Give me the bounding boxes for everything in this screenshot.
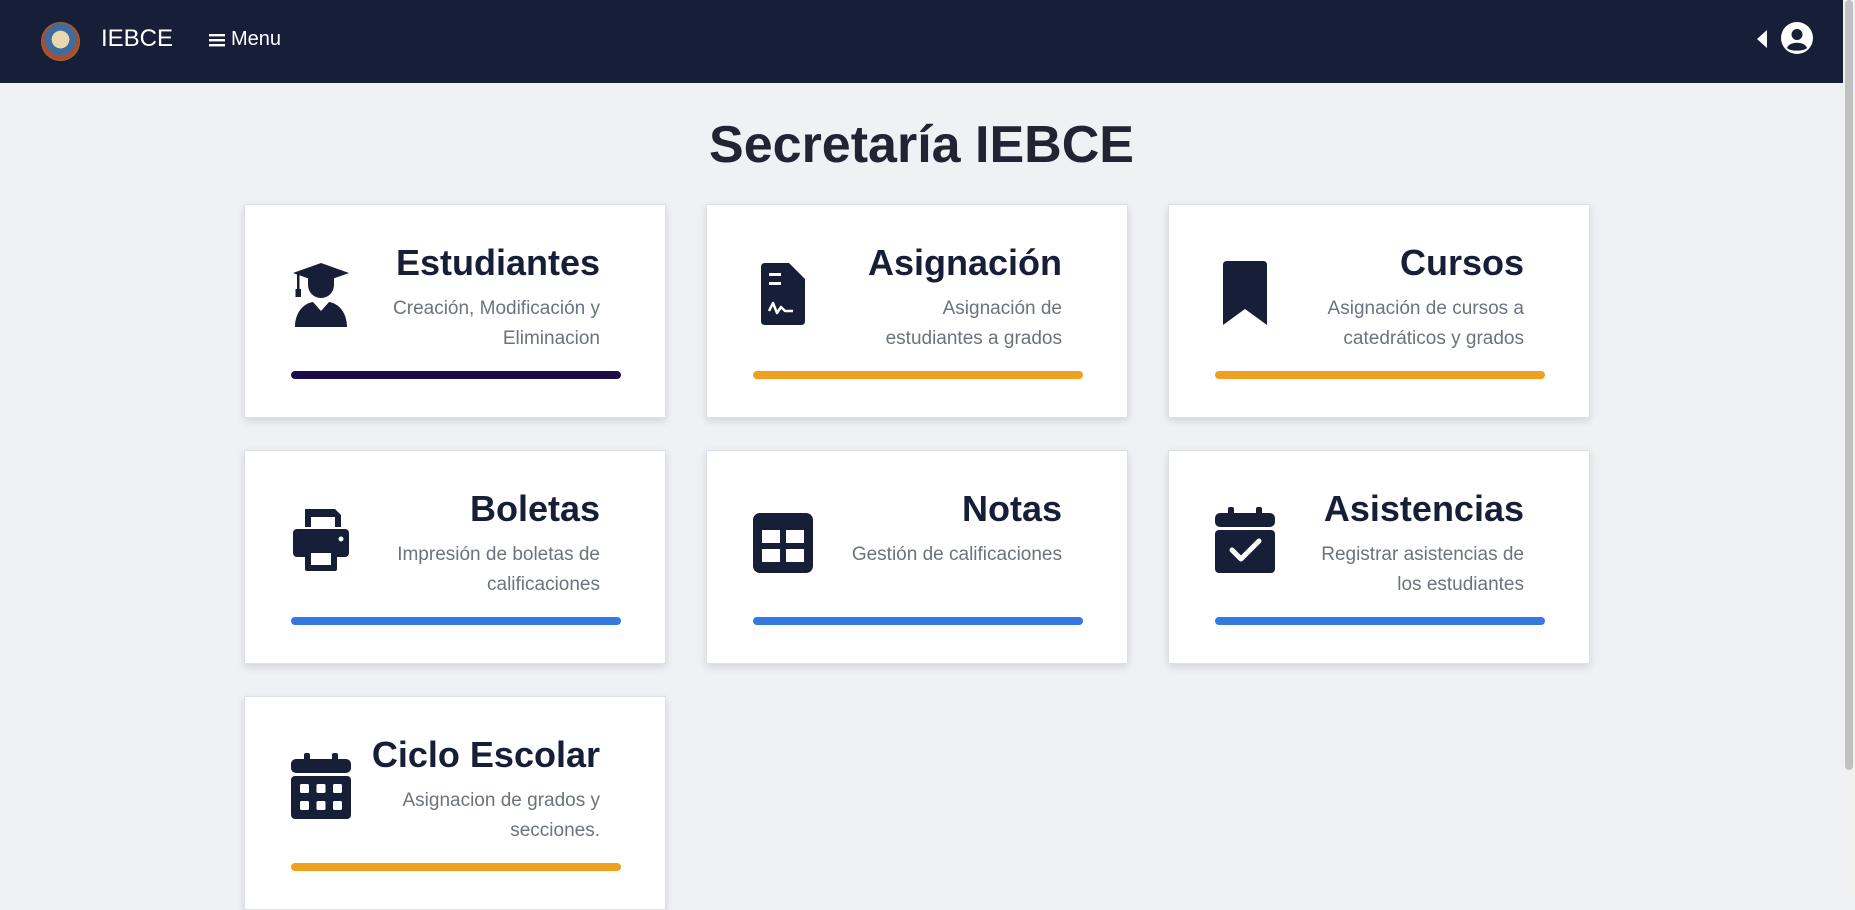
card-title: Asistencias (1323, 488, 1524, 529)
brand-name[interactable]: IEBCE (101, 25, 173, 53)
card-description: Gestión de calificaciones (851, 544, 1062, 565)
card-asistencias[interactable]: Asistencias Registrar asistencias de los… (1168, 450, 1590, 664)
card-accent-bar (1215, 617, 1545, 625)
graduate-icon (291, 261, 351, 327)
page-scrollbar[interactable] (1843, 0, 1855, 901)
page-title: Secretaría IEBCE (709, 116, 1134, 174)
card-notas[interactable]: Notas Gestión de calificaciones (706, 450, 1128, 664)
menu-button[interactable]: Menu (209, 28, 281, 51)
calendar-check-icon (1215, 507, 1275, 573)
card-accent-bar (753, 371, 1083, 379)
bookmark-icon (1215, 261, 1275, 327)
card-accent-bar (291, 863, 621, 871)
card-accent-bar (1215, 371, 1545, 379)
card-estudiantes[interactable]: Estudiantes Creación, Modificación y Eli… (244, 204, 666, 418)
card-title: Ciclo Escolar (371, 734, 600, 775)
caret-left-icon[interactable] (1757, 30, 1767, 48)
card-asignacion[interactable]: Asignación Asignación de estudiantes a g… (706, 204, 1128, 418)
card-accent-bar (291, 617, 621, 625)
card-description: Creación, Modificación y Eliminacion (393, 298, 600, 349)
menu-label: Menu (231, 28, 282, 50)
calendar-days-icon (291, 753, 351, 819)
card-accent-bar (291, 371, 621, 379)
card-title: Estudiantes (395, 242, 600, 283)
printer-icon (291, 507, 351, 573)
card-description: Asignacion de grados y secciones. (402, 790, 600, 841)
top-navbar: IEBCE Menu (0, 0, 1843, 83)
card-title: Boletas (469, 488, 600, 529)
grid-table-icon (753, 507, 813, 573)
card-title: Cursos (1399, 242, 1524, 283)
card-title: Asignación (867, 242, 1062, 283)
card-cursos[interactable]: Cursos Asignación de cursos a catedrátic… (1168, 204, 1590, 418)
card-description: Impresión de boletas de calificaciones (397, 544, 600, 595)
card-description: Asignación de cursos a catedráticos y gr… (1327, 298, 1524, 349)
school-logo-icon[interactable] (41, 22, 80, 61)
card-description: Registrar asistencias de los estudiantes (1321, 544, 1524, 595)
card-ciclo-escolar[interactable]: Ciclo Escolar Asignacion de grados y sec… (244, 696, 666, 910)
file-signature-icon (753, 261, 813, 327)
user-circle-icon[interactable] (1781, 22, 1813, 54)
card-accent-bar (753, 617, 1083, 625)
card-description: Asignación de estudiantes a grados (885, 298, 1062, 349)
card-title: Notas (961, 488, 1062, 529)
scrollbar-thumb[interactable] (1845, 0, 1853, 770)
hamburger-icon (209, 33, 225, 46)
card-boletas[interactable]: Boletas Impresión de boletas de califica… (244, 450, 666, 664)
